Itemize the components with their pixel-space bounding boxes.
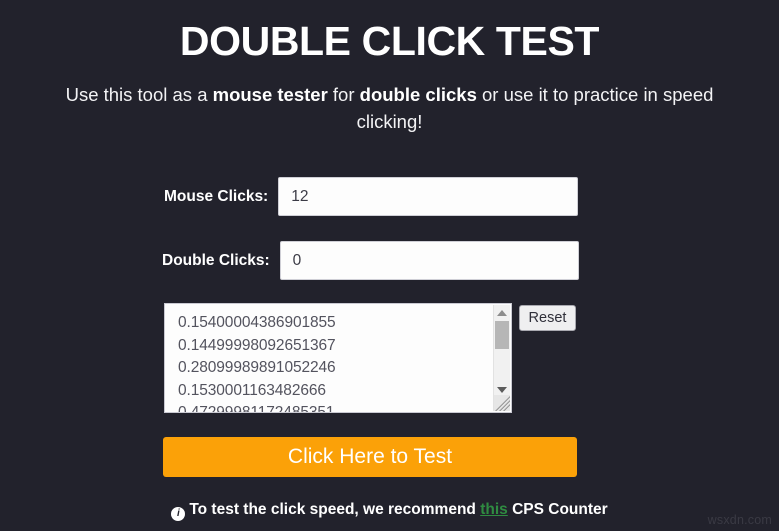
mouse-clicks-label: Mouse Clicks: bbox=[164, 187, 269, 205]
list-item: 0.28099989891052246 bbox=[178, 359, 336, 376]
caret-up-icon[interactable] bbox=[494, 305, 510, 320]
click-here-to-test-button[interactable]: Click Here to Test bbox=[163, 437, 577, 477]
double-clicks-label: Double Clicks: bbox=[162, 251, 270, 269]
list-item: 0.15400004386901855 bbox=[178, 314, 336, 331]
cps-counter-note: i To test the click speed, we recommend t… bbox=[0, 501, 779, 521]
page-title: DOUBLE CLICK TEST bbox=[179, 18, 600, 64]
double-clicks-row: Double Clicks: bbox=[162, 241, 579, 280]
subtitle-bold-mouse-tester: mouse tester bbox=[212, 84, 328, 105]
note-text-after: CPS Counter bbox=[507, 501, 608, 518]
subtitle-part-1: Use this tool as a bbox=[65, 84, 213, 105]
info-circle-icon: i bbox=[171, 507, 186, 521]
click-intervals-textarea-wrapper: 0.15400004386901855 0.14499998092651367 … bbox=[164, 303, 512, 413]
double-clicks-input[interactable] bbox=[279, 241, 579, 280]
reset-button[interactable]: Reset bbox=[519, 305, 576, 331]
cps-counter-link[interactable]: this bbox=[480, 501, 508, 518]
page-subtitle: Use this tool as a mouse tester for doub… bbox=[40, 81, 739, 135]
mouse-clicks-input[interactable] bbox=[278, 177, 579, 216]
note-text-before: To test the click speed, we recommend bbox=[189, 501, 481, 518]
textarea-scrollbar[interactable] bbox=[493, 305, 510, 411]
resize-grip-icon[interactable] bbox=[494, 395, 510, 411]
subtitle-part-2: for bbox=[327, 84, 360, 105]
list-item: 0.14499998092651367 bbox=[178, 336, 336, 354]
click-intervals-textarea[interactable]: 0.15400004386901855 0.14499998092651367 … bbox=[164, 303, 512, 413]
double-click-test-page: DOUBLE CLICK TEST Use this tool as a mou… bbox=[0, 0, 779, 531]
list-item: 0.1530001163482666 bbox=[178, 381, 326, 399]
list-item: 0.47299981172485351 bbox=[178, 402, 489, 412]
click-intervals-list: 0.15400004386901855 0.14499998092651367 … bbox=[178, 312, 489, 412]
mouse-clicks-row: Mouse Clicks: bbox=[164, 177, 579, 216]
scrollbar-thumb[interactable] bbox=[495, 321, 509, 349]
subtitle-bold-double-clicks: double clicks bbox=[359, 84, 477, 105]
watermark: wsxdn.com bbox=[707, 513, 772, 527]
